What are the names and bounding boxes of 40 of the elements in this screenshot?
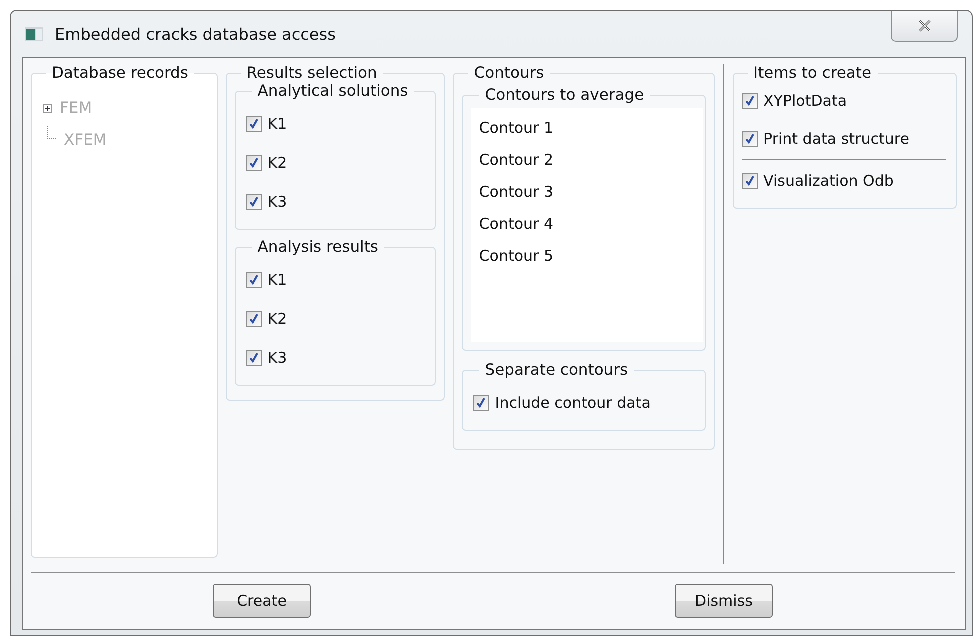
dialog-button[interactable]: Create bbox=[213, 584, 311, 618]
checkbox-label: Print data structure bbox=[764, 130, 910, 148]
checkbox-label: K2 bbox=[268, 154, 288, 172]
checkbox[interactable] bbox=[742, 131, 758, 147]
close-button[interactable] bbox=[891, 11, 958, 42]
checkbox-label: K2 bbox=[268, 310, 288, 328]
group-title: Separate contours bbox=[484, 361, 630, 379]
checkbox[interactable] bbox=[246, 310, 262, 326]
group-title: Items to create bbox=[752, 64, 873, 82]
checkbox-label: K3 bbox=[268, 192, 288, 210]
window-title: Embedded cracks database access bbox=[55, 24, 336, 44]
checkbox[interactable] bbox=[246, 116, 262, 132]
group-title: Analytical solutions bbox=[256, 82, 410, 100]
list-item[interactable]: Contour 5 bbox=[479, 240, 695, 272]
list-item[interactable]: Contour 4 bbox=[479, 208, 695, 240]
checkbox-label: Visualization Odb bbox=[764, 172, 894, 190]
dialog-button[interactable]: Dismiss bbox=[675, 584, 773, 618]
checkbox-label: K3 bbox=[268, 348, 288, 366]
close-icon bbox=[918, 20, 932, 32]
checkbox-label: K1 bbox=[268, 114, 288, 132]
checkbox[interactable] bbox=[246, 350, 262, 366]
app-icon bbox=[25, 27, 43, 41]
checkbox[interactable] bbox=[742, 173, 758, 189]
group-title: Results selection bbox=[246, 64, 378, 82]
group-title: Analysis results bbox=[256, 238, 380, 256]
checkbox[interactable] bbox=[246, 194, 262, 210]
list-item[interactable]: Contour 3 bbox=[479, 176, 695, 208]
checkbox[interactable] bbox=[473, 394, 490, 410]
checkbox-label: XYPlotData bbox=[764, 92, 848, 110]
list-item[interactable]: Contour 1 bbox=[479, 112, 695, 144]
group-title: Contours to average bbox=[484, 86, 646, 104]
checkbox[interactable] bbox=[246, 272, 262, 288]
checkbox-label: Include contour data bbox=[495, 394, 651, 412]
checkbox-label: K1 bbox=[268, 270, 288, 288]
group-title: Contours bbox=[473, 64, 546, 82]
tree-line bbox=[47, 126, 56, 138]
group-title: Database records bbox=[51, 64, 190, 82]
checkbox[interactable] bbox=[742, 93, 758, 109]
checkbox[interactable] bbox=[246, 154, 262, 170]
list-item[interactable]: Contour 2 bbox=[479, 144, 695, 176]
